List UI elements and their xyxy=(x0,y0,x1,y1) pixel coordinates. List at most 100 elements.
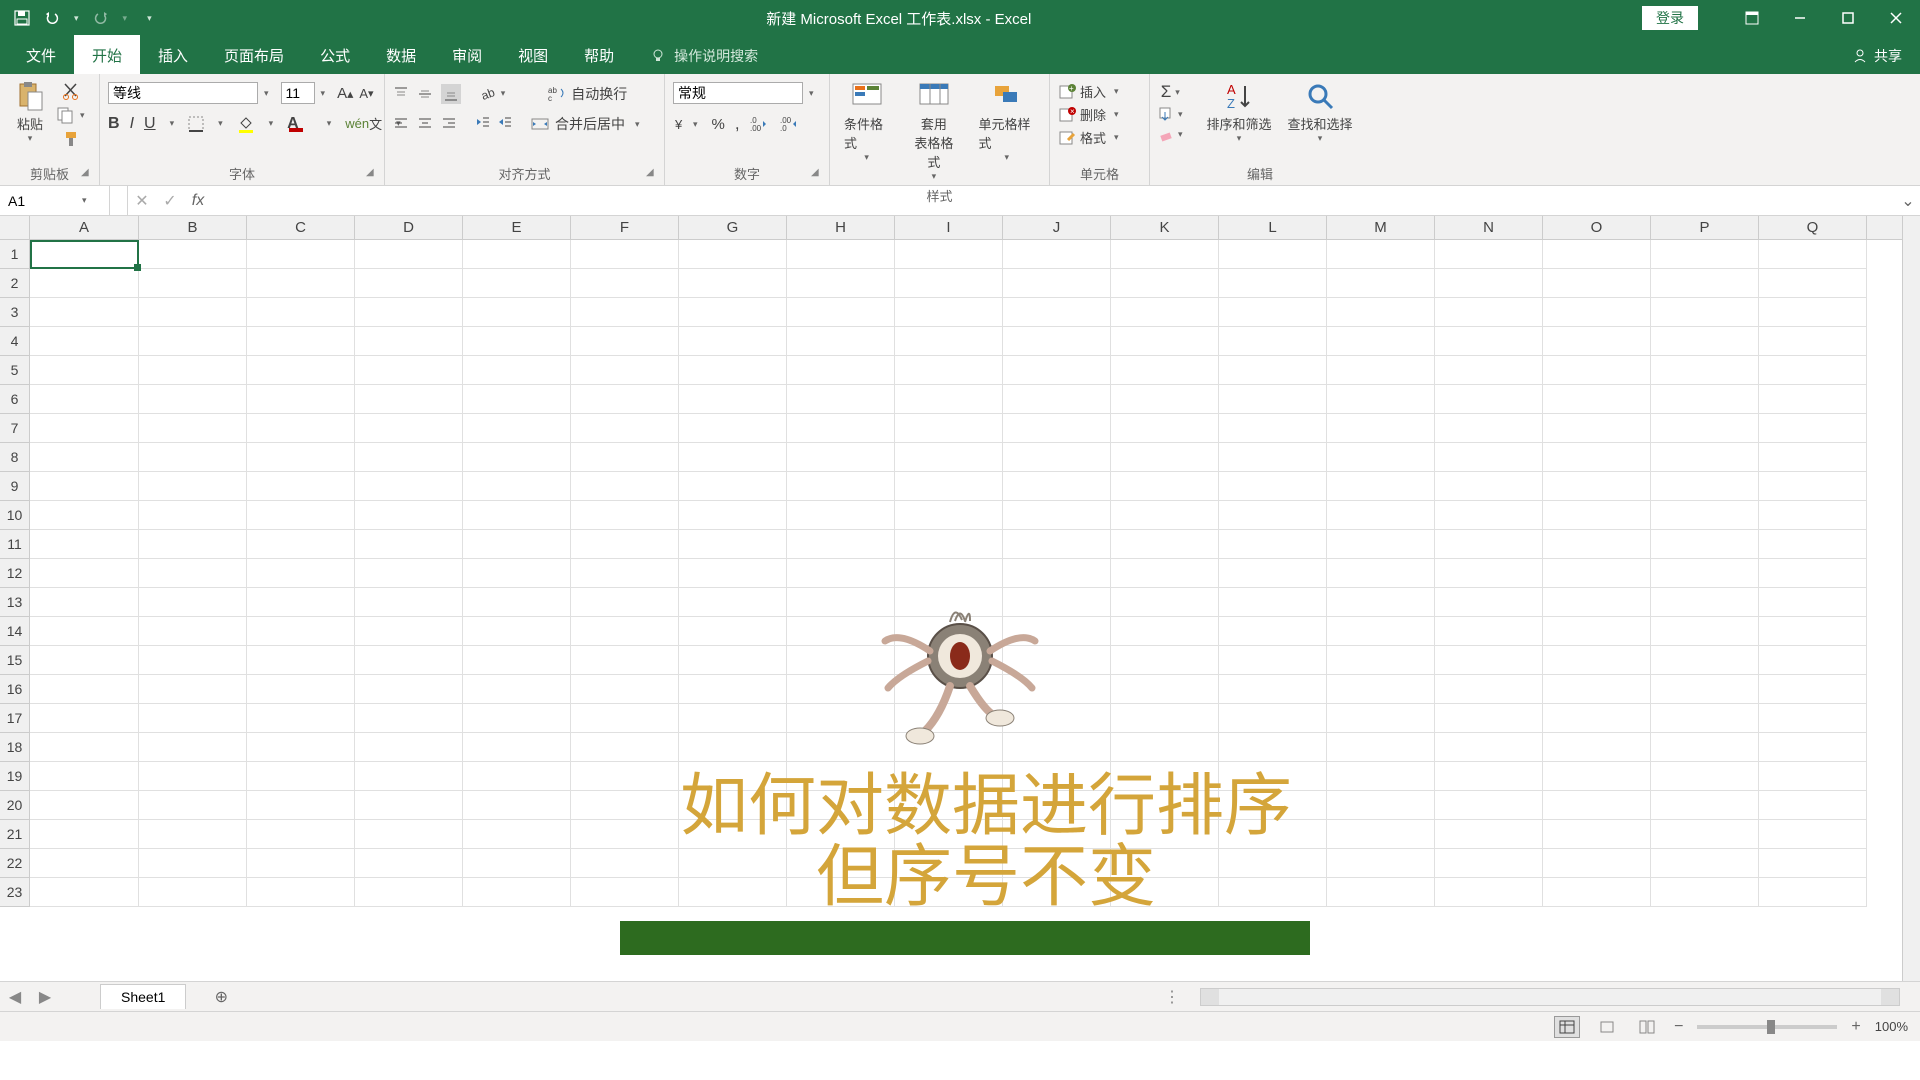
paste-button[interactable]: 粘贴 ▾ xyxy=(8,78,52,146)
cell-E9[interactable] xyxy=(463,472,571,501)
tab-file[interactable]: 文件 xyxy=(8,35,74,74)
cell-Q17[interactable] xyxy=(1759,704,1867,733)
cell-Q12[interactable] xyxy=(1759,559,1867,588)
cell-K1[interactable] xyxy=(1111,240,1219,269)
cell-I12[interactable] xyxy=(895,559,1003,588)
cell-G12[interactable] xyxy=(679,559,787,588)
cell-E1[interactable] xyxy=(463,240,571,269)
cell-H8[interactable] xyxy=(787,443,895,472)
cell-P2[interactable] xyxy=(1651,269,1759,298)
cell-D10[interactable] xyxy=(355,501,463,530)
cell-M4[interactable] xyxy=(1327,327,1435,356)
cell-P15[interactable] xyxy=(1651,646,1759,675)
cell-D18[interactable] xyxy=(355,733,463,762)
cell-J5[interactable] xyxy=(1003,356,1111,385)
conditional-format-button[interactable]: 条件格式▾ xyxy=(838,78,895,165)
vertical-scrollbar[interactable] xyxy=(1902,216,1920,981)
cell-A16[interactable] xyxy=(30,675,139,704)
cell-D22[interactable] xyxy=(355,849,463,878)
cell-O10[interactable] xyxy=(1543,501,1651,530)
clear-button[interactable]: ▾ xyxy=(1158,126,1187,142)
row-header-6[interactable]: 6 xyxy=(0,385,29,414)
decrease-font-button[interactable]: A▾ xyxy=(359,86,373,101)
cell-J10[interactable] xyxy=(1003,501,1111,530)
comma-button[interactable]: , xyxy=(735,114,740,134)
cell-Q3[interactable] xyxy=(1759,298,1867,327)
cell-Q21[interactable] xyxy=(1759,820,1867,849)
cell-K16[interactable] xyxy=(1111,675,1219,704)
cell-H4[interactable] xyxy=(787,327,895,356)
cell-E14[interactable] xyxy=(463,617,571,646)
cell-C13[interactable] xyxy=(247,588,355,617)
border-dropdown[interactable]: ▾ xyxy=(214,118,227,129)
cell-A1[interactable] xyxy=(30,240,139,269)
cell-B3[interactable] xyxy=(139,298,247,327)
cell-C23[interactable] xyxy=(247,878,355,907)
column-header-H[interactable]: H xyxy=(787,216,895,239)
cell-F23[interactable] xyxy=(571,878,679,907)
cell-L8[interactable] xyxy=(1219,443,1327,472)
cell-Q2[interactable] xyxy=(1759,269,1867,298)
number-format-input[interactable] xyxy=(673,82,803,104)
cell-N23[interactable] xyxy=(1435,878,1543,907)
cell-D1[interactable] xyxy=(355,240,463,269)
cell-C17[interactable] xyxy=(247,704,355,733)
add-sheet-button[interactable]: ⊕ xyxy=(206,987,236,1007)
cell-B23[interactable] xyxy=(139,878,247,907)
cell-I10[interactable] xyxy=(895,501,1003,530)
cell-M2[interactable] xyxy=(1327,269,1435,298)
cell-O17[interactable] xyxy=(1543,704,1651,733)
cell-N21[interactable] xyxy=(1435,820,1543,849)
cell-H9[interactable] xyxy=(787,472,895,501)
close-button[interactable] xyxy=(1872,0,1920,36)
cell-E10[interactable] xyxy=(463,501,571,530)
cell-O9[interactable] xyxy=(1543,472,1651,501)
cell-Q22[interactable] xyxy=(1759,849,1867,878)
cell-F12[interactable] xyxy=(571,559,679,588)
orientation-button[interactable]: ab▾ xyxy=(475,84,513,102)
cell-F8[interactable] xyxy=(571,443,679,472)
cell-B10[interactable] xyxy=(139,501,247,530)
increase-font-button[interactable]: A▴ xyxy=(337,85,353,102)
share-button[interactable]: 共享 xyxy=(1852,46,1902,74)
formula-input[interactable] xyxy=(212,186,1896,215)
cell-F16[interactable] xyxy=(571,675,679,704)
clipboard-launcher[interactable]: ◢ xyxy=(81,167,95,181)
cell-A6[interactable] xyxy=(30,385,139,414)
cell-C7[interactable] xyxy=(247,414,355,443)
cell-F10[interactable] xyxy=(571,501,679,530)
cell-P6[interactable] xyxy=(1651,385,1759,414)
cell-N20[interactable] xyxy=(1435,791,1543,820)
row-header-9[interactable]: 9 xyxy=(0,472,29,501)
cell-K14[interactable] xyxy=(1111,617,1219,646)
sheet-nav-next[interactable]: ▶ xyxy=(30,987,60,1007)
cell-C14[interactable] xyxy=(247,617,355,646)
row-header-19[interactable]: 19 xyxy=(0,762,29,791)
cell-O22[interactable] xyxy=(1543,849,1651,878)
cell-Q9[interactable] xyxy=(1759,472,1867,501)
cell-M20[interactable] xyxy=(1327,791,1435,820)
cell-D20[interactable] xyxy=(355,791,463,820)
cell-D9[interactable] xyxy=(355,472,463,501)
find-select-button[interactable]: 查找和选择▾ xyxy=(1282,78,1359,146)
cell-I3[interactable] xyxy=(895,298,1003,327)
cell-Q5[interactable] xyxy=(1759,356,1867,385)
expand-formula-bar-button[interactable]: ⌄ xyxy=(1896,186,1920,215)
cell-D2[interactable] xyxy=(355,269,463,298)
cell-N14[interactable] xyxy=(1435,617,1543,646)
cell-E20[interactable] xyxy=(463,791,571,820)
cell-F13[interactable] xyxy=(571,588,679,617)
cell-D15[interactable] xyxy=(355,646,463,675)
cell-E16[interactable] xyxy=(463,675,571,704)
font-size-input[interactable] xyxy=(281,82,315,104)
cell-A13[interactable] xyxy=(30,588,139,617)
cell-F15[interactable] xyxy=(571,646,679,675)
cell-E5[interactable] xyxy=(463,356,571,385)
hscroll-left[interactable] xyxy=(1201,989,1219,1005)
cell-A21[interactable] xyxy=(30,820,139,849)
align-bottom-button[interactable] xyxy=(441,84,461,104)
cell-C4[interactable] xyxy=(247,327,355,356)
column-header-J[interactable]: J xyxy=(1003,216,1111,239)
cell-J8[interactable] xyxy=(1003,443,1111,472)
cell-P4[interactable] xyxy=(1651,327,1759,356)
